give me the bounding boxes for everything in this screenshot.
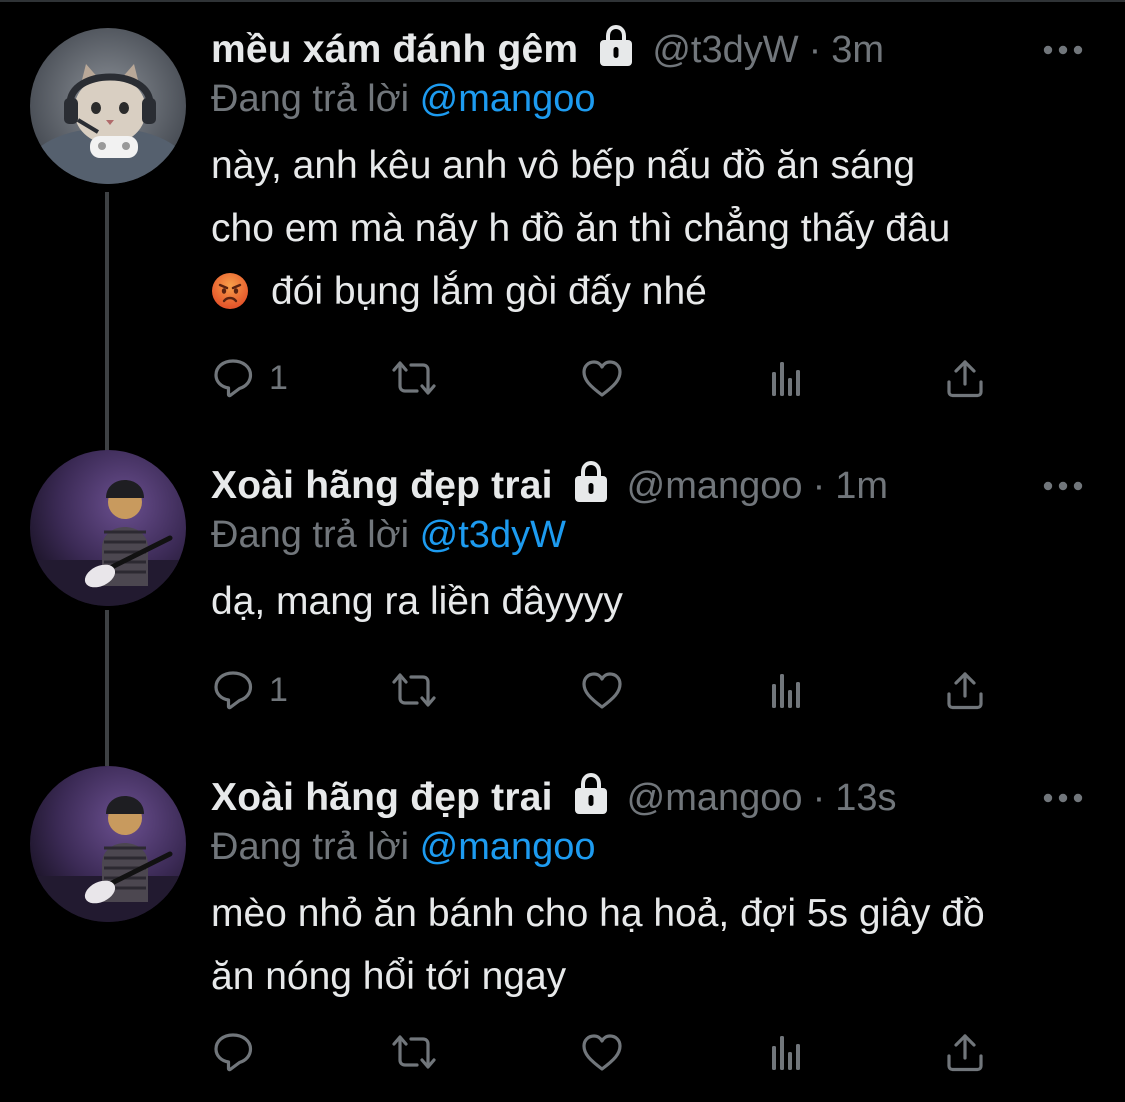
like-button[interactable] xyxy=(579,348,625,408)
tweet-text-line: cho em mà nãy h đồ ăn thì chẳng thấy đâu xyxy=(211,207,951,250)
reply-button[interactable] xyxy=(211,1022,269,1082)
share-button[interactable] xyxy=(943,660,987,720)
display-name[interactable]: mều xám đánh gêm xyxy=(211,28,578,72)
tweet-3[interactable]: Xoài hãng đẹp trai @mangoo · 13s Đang tr… xyxy=(0,762,1125,1102)
more-dots-icon[interactable] xyxy=(1041,778,1085,818)
reply-prefix: Đang trả lời xyxy=(211,826,410,868)
tweet-header: Xoài hãng đẹp trai @mangoo · 13s xyxy=(211,768,1085,828)
tweet-text-line: mèo nhỏ ăn bánh cho hạ hoả, đợi 5s giây … xyxy=(211,892,985,935)
tweet-1[interactable]: mều xám đánh gêm @t3dyW · 3m Đang trả lờ… xyxy=(0,0,1125,430)
like-button[interactable] xyxy=(579,660,625,720)
timestamp[interactable]: 3m xyxy=(831,29,884,72)
heart-icon xyxy=(582,1034,622,1071)
analytics-icon xyxy=(772,674,800,708)
reply-to-handle[interactable]: @t3dyW xyxy=(420,514,566,556)
separator-dot: · xyxy=(812,464,826,507)
tweet-text-line: đói bụng lắm gòi đấy nhé xyxy=(211,260,1085,323)
reply-count: 1 xyxy=(269,358,288,397)
tweet-header: mều xám đánh gêm @t3dyW · 3m xyxy=(211,20,1085,80)
analytics-icon xyxy=(772,362,800,396)
analytics-icon xyxy=(772,1036,800,1070)
retweet-button[interactable] xyxy=(387,348,441,408)
tweet-text-line: ăn nóng hổi tới ngay xyxy=(211,955,567,998)
tweet-actions: 1 xyxy=(211,660,1001,720)
reply-bubble-icon xyxy=(214,671,253,710)
share-icon xyxy=(947,360,983,398)
like-button[interactable] xyxy=(579,1022,625,1082)
tweet-text: mèo nhỏ ăn bánh cho hạ hoả, đợi 5s giây … xyxy=(211,882,1085,1008)
reply-prefix: Đang trả lời xyxy=(211,78,410,120)
analytics-button[interactable] xyxy=(765,1022,807,1082)
user-handle[interactable]: @t3dyW xyxy=(652,29,798,72)
reply-button[interactable]: 1 xyxy=(211,660,288,720)
separator-dot: · xyxy=(812,776,826,819)
timestamp[interactable]: 1m xyxy=(835,465,888,508)
avatar[interactable] xyxy=(30,766,186,922)
tweet-text-line: này, anh kêu anh vô bếp nấu đồ ăn sáng xyxy=(211,144,916,187)
tweet-text-content: đói bụng lắm gòi đấy nhé xyxy=(271,270,707,313)
share-button[interactable] xyxy=(943,1022,987,1082)
reply-button[interactable]: 1 xyxy=(211,348,288,408)
lock-icon xyxy=(598,25,635,68)
share-button[interactable] xyxy=(943,348,987,408)
tweet-2[interactable]: Xoài hãng đẹp trai @mangoo · 1m Đang trả… xyxy=(0,450,1125,740)
display-name[interactable]: Xoài hãng đẹp trai xyxy=(211,776,553,820)
lock-icon xyxy=(572,773,609,816)
reply-prefix: Đang trả lời xyxy=(211,514,410,556)
replying-to: Đang trả lời @mangoo xyxy=(211,74,1085,124)
analytics-button[interactable] xyxy=(765,348,807,408)
separator-dot: · xyxy=(808,28,822,71)
more-dots-icon[interactable] xyxy=(1041,30,1085,70)
reply-bubble-icon xyxy=(214,1033,253,1072)
timestamp[interactable]: 13s xyxy=(835,777,896,820)
reply-to-handle[interactable]: @mangoo xyxy=(420,826,596,868)
lock-icon xyxy=(572,461,609,504)
heart-icon xyxy=(582,672,622,709)
tweet-header: Xoài hãng đẹp trai @mangoo · 1m xyxy=(211,456,1085,516)
reply-count: 1 xyxy=(269,670,288,709)
user-handle[interactable]: @mangoo xyxy=(627,465,803,508)
display-name[interactable]: Xoài hãng đẹp trai xyxy=(211,464,553,508)
tweet-actions xyxy=(211,1022,1001,1082)
tweet-text: dạ, mang ra liền đâyyyy xyxy=(211,570,1085,633)
replying-to: Đang trả lời @t3dyW xyxy=(211,510,1085,560)
retweet-icon xyxy=(392,1035,436,1069)
more-dots-icon[interactable] xyxy=(1041,466,1085,506)
avatar[interactable] xyxy=(30,450,186,606)
replying-to: Đang trả lời @mangoo xyxy=(211,822,1085,872)
tweet-text: này, anh kêu anh vô bếp nấu đồ ăn sáng c… xyxy=(211,134,1085,323)
tweet-text-line: dạ, mang ra liền đâyyyy xyxy=(211,580,623,623)
heart-icon xyxy=(582,360,622,397)
angry-face-emoji-icon xyxy=(212,273,248,309)
analytics-button[interactable] xyxy=(765,660,807,720)
user-handle[interactable]: @mangoo xyxy=(627,777,803,820)
reply-bubble-icon xyxy=(214,359,253,398)
avatar[interactable] xyxy=(30,28,186,184)
retweet-icon xyxy=(392,361,436,395)
share-icon xyxy=(947,672,983,710)
retweet-button[interactable] xyxy=(387,660,441,720)
share-icon xyxy=(947,1034,983,1072)
retweet-button[interactable] xyxy=(387,1022,441,1082)
retweet-icon xyxy=(392,673,436,707)
reply-to-handle[interactable]: @mangoo xyxy=(420,78,596,120)
tweet-actions: 1 xyxy=(211,348,1001,408)
